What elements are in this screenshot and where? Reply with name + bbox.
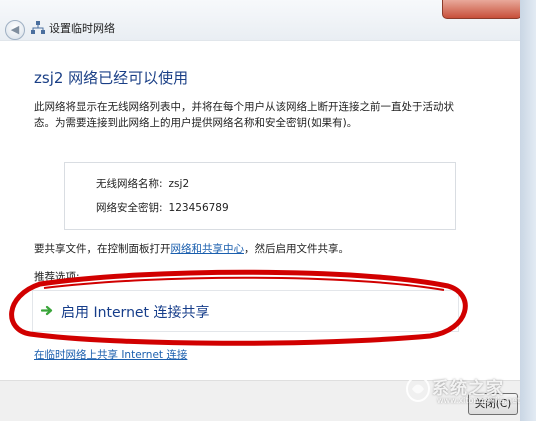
dialog-window: ◀ 设置临时网络 zsj2 网络已经可以使用 此网络将显示在无线网络列表中，并将…	[0, 0, 536, 421]
share-instructions: 要共享文件，在控制面板打开网络和共享中心，然后启用文件共享。	[34, 241, 349, 256]
back-arrow-icon[interactable]: ◀	[5, 20, 25, 40]
recommended-label: 推荐选项:	[34, 271, 80, 283]
green-arrow-icon	[41, 305, 53, 316]
enable-ics-option[interactable]: 启用 Internet 连接共享	[32, 290, 459, 332]
window-title: 设置临时网络	[49, 22, 115, 35]
description-text: 此网络将显示在无线网络列表中，并将在每个用户从该网络上断开连接之前一直处于活动状…	[34, 101, 454, 129]
network-name-label: 无线网络名称:	[96, 178, 163, 190]
window-frame-edge	[520, 0, 536, 421]
window-close-button[interactable]	[442, 0, 522, 19]
security-key-row: 网络安全密钥: 123456789	[96, 200, 229, 215]
share-prefix: 要共享文件，在控制面板打开	[34, 243, 171, 255]
share-suffix: ，然后启用文件共享。	[244, 243, 349, 255]
network-name-row: 无线网络名称: zsj2	[96, 176, 189, 191]
network-icon	[31, 21, 45, 34]
title-bar: ◀ 设置临时网络	[0, 0, 536, 41]
share-internet-link[interactable]: 在临时网络上共享 Internet 连接	[34, 347, 187, 362]
page-title: zsj2 网络已经可以使用	[34, 69, 189, 87]
network-name-value: zsj2	[168, 178, 190, 190]
security-key-value: 123456789	[168, 202, 229, 214]
enable-ics-label: 启用 Internet 连接共享	[61, 305, 210, 321]
security-key-label: 网络安全密钥:	[96, 202, 163, 214]
watermark-url: www.xitongzhijia.net	[437, 396, 521, 405]
network-info-box	[64, 162, 456, 230]
network-sharing-center-link[interactable]: 网络和共享中心	[171, 243, 245, 255]
